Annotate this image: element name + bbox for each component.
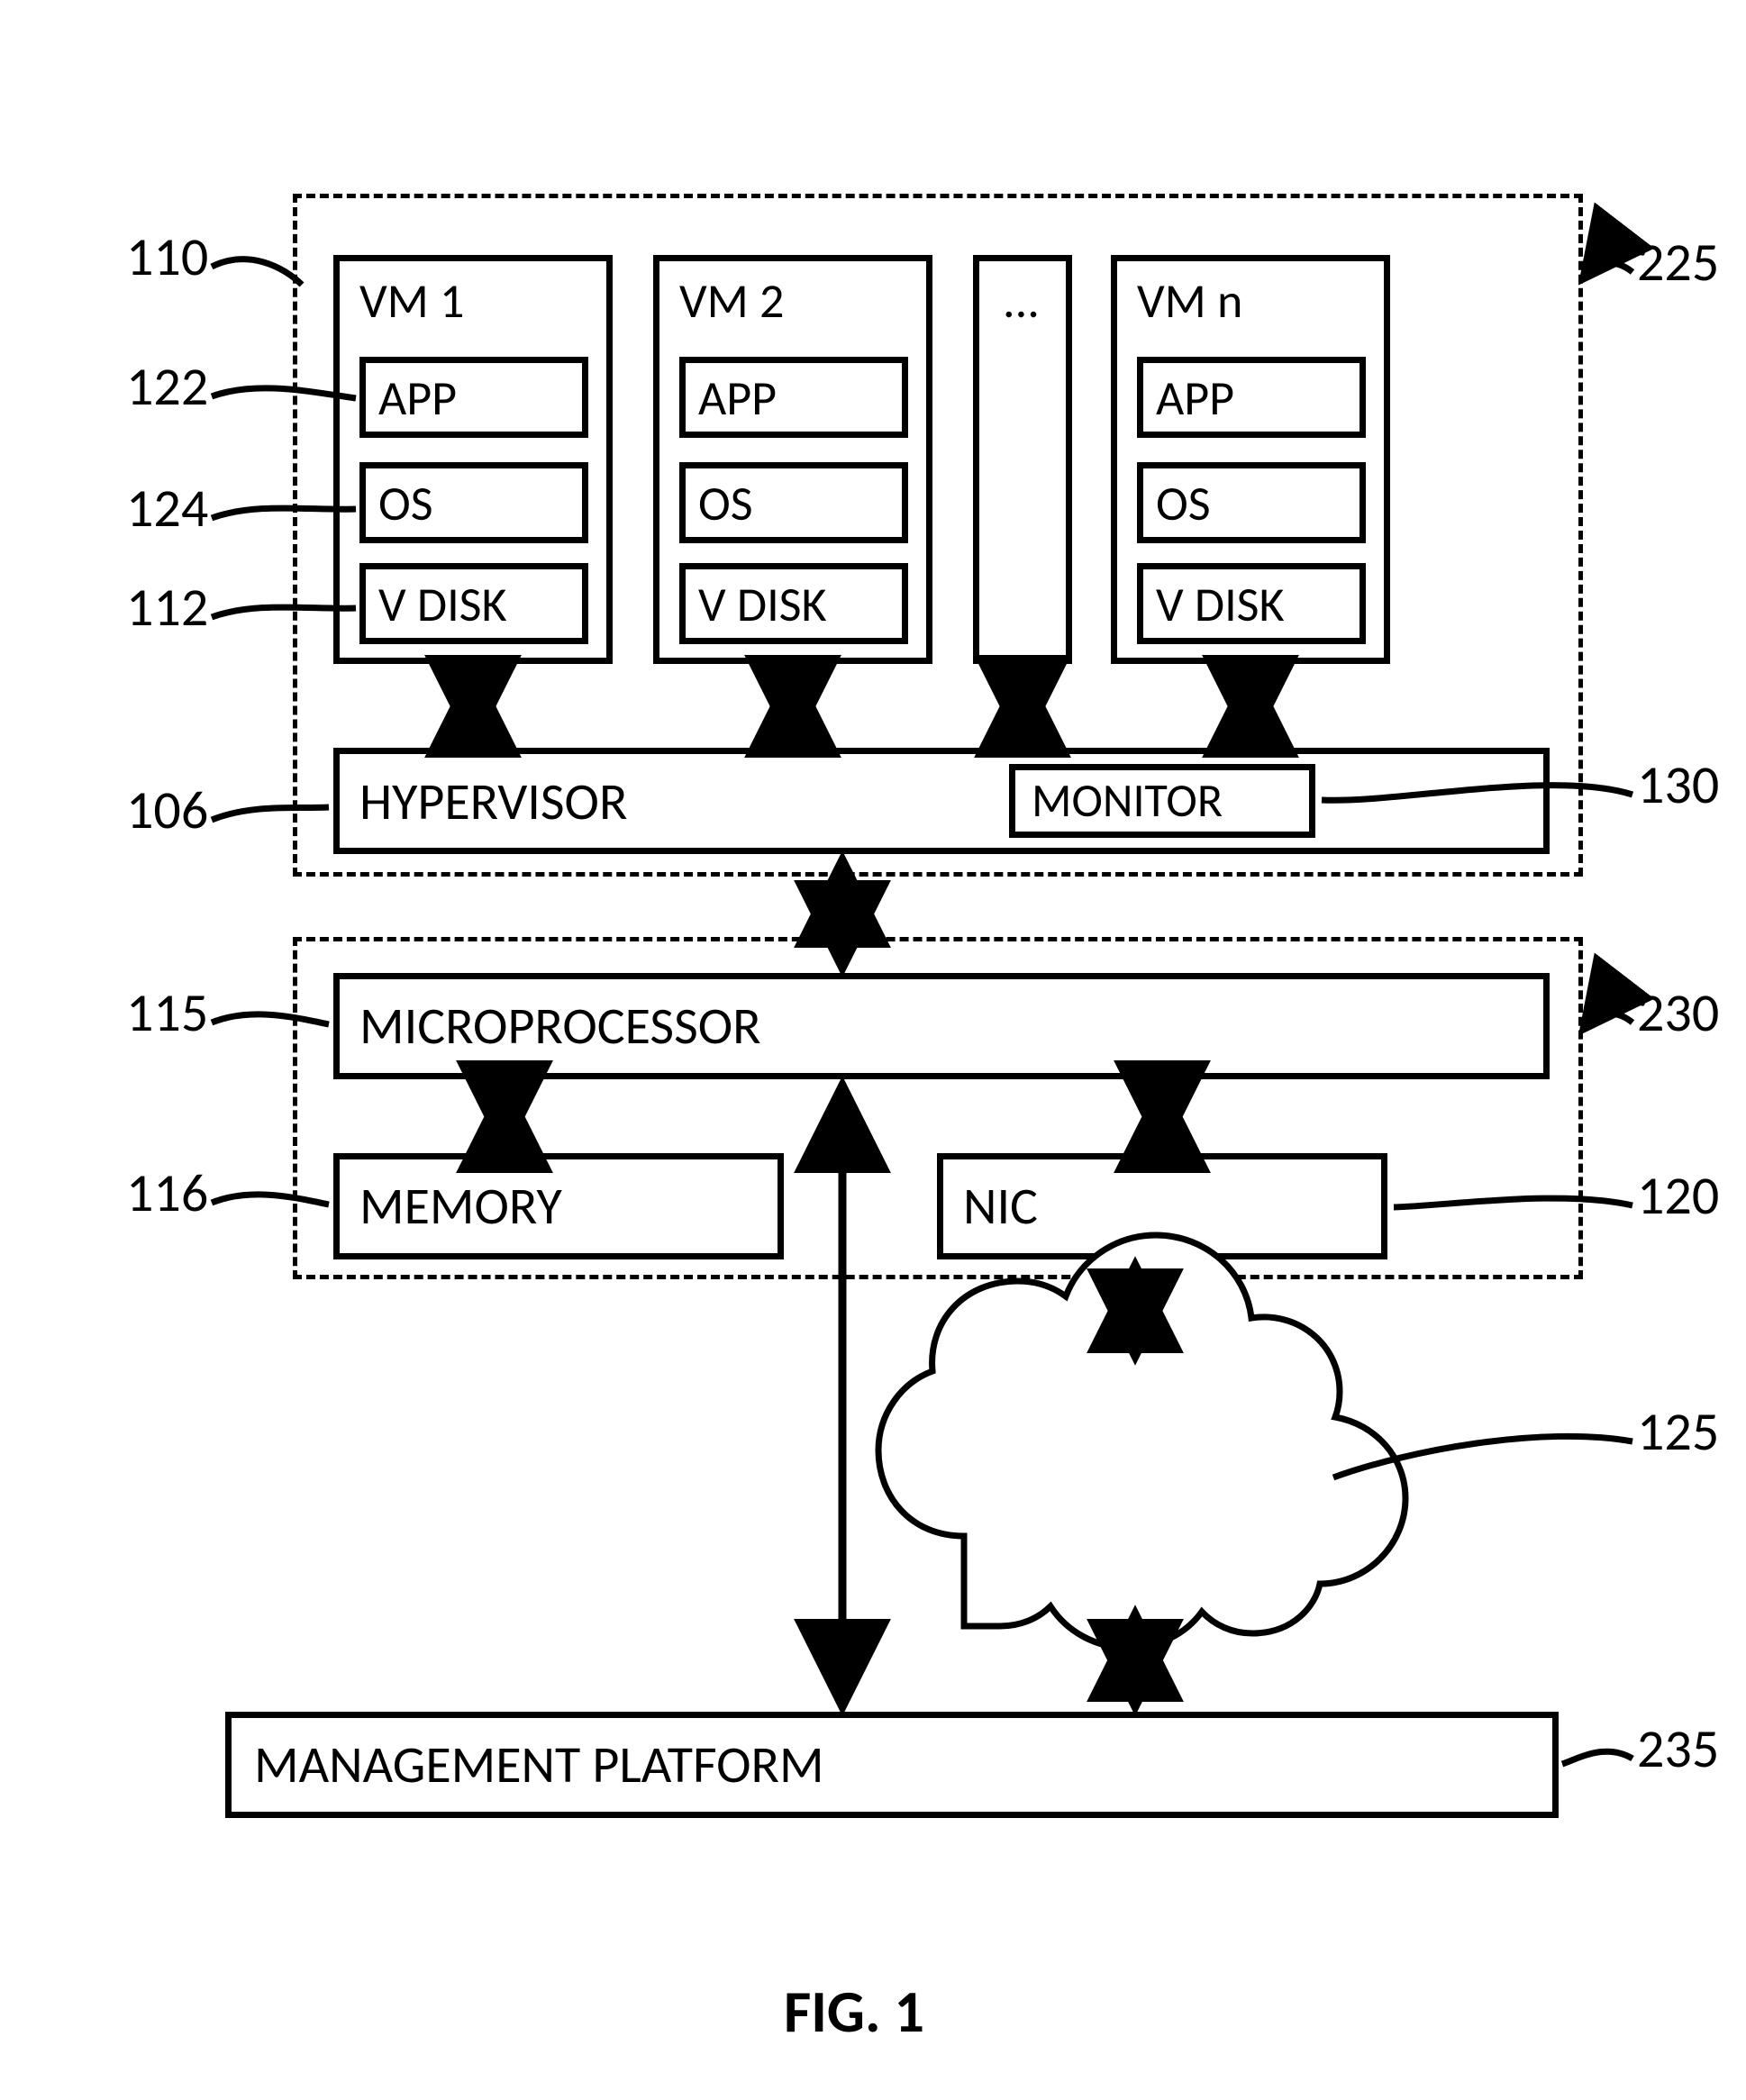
diagram-stage: VM 1 APP OS V DISK VM 2 APP OS V DISK ..… bbox=[0, 0, 1746, 2100]
ref-110: 110 bbox=[126, 231, 208, 285]
vmn-title: VM n bbox=[1137, 277, 1242, 325]
ref-225: 225 bbox=[1637, 236, 1719, 290]
management-platform-label: MANAGEMENT PLATFORM bbox=[254, 1739, 824, 1791]
ref-235: 235 bbox=[1637, 1723, 1719, 1777]
ref-120: 120 bbox=[1637, 1169, 1719, 1223]
vm2-title: VM 2 bbox=[679, 277, 784, 325]
nic-label: NIC bbox=[963, 1180, 1038, 1232]
monitor-label: MONITOR bbox=[1032, 777, 1223, 823]
ref-130: 130 bbox=[1637, 759, 1719, 813]
ref-112: 112 bbox=[126, 581, 208, 635]
vm1-os-label: OS bbox=[378, 479, 433, 528]
vm1-vdisk-label: V DISK bbox=[378, 580, 507, 629]
vmn-os-label: OS bbox=[1156, 479, 1211, 528]
ref-122: 122 bbox=[126, 360, 208, 414]
microprocessor-label: MICROPROCESSOR bbox=[359, 1000, 761, 1052]
figure-label: FIG. 1 bbox=[784, 1982, 924, 2041]
vm-ellipsis-label: ... bbox=[1003, 277, 1040, 325]
cloud-line2: NETWORK bbox=[1027, 1482, 1232, 1531]
vm1-app-label: APP bbox=[378, 374, 457, 423]
vm2-os-label: OS bbox=[698, 479, 753, 528]
ref-115: 115 bbox=[126, 986, 208, 1041]
ref-124: 124 bbox=[126, 482, 208, 536]
hypervisor-label: HYPERVISOR bbox=[359, 776, 627, 828]
cloud-line1: DIGITAL bbox=[1047, 1422, 1201, 1470]
ref-125: 125 bbox=[1637, 1405, 1719, 1459]
ref-106: 106 bbox=[126, 784, 208, 838]
vm2-app-label: APP bbox=[698, 374, 777, 423]
vmn-vdisk-label: V DISK bbox=[1156, 580, 1285, 629]
ref-230: 230 bbox=[1637, 986, 1719, 1041]
vm1-title: VM 1 bbox=[359, 277, 464, 325]
ref-116: 116 bbox=[126, 1167, 208, 1221]
vmn-app-label: APP bbox=[1156, 374, 1234, 423]
vm2-vdisk-label: V DISK bbox=[698, 580, 827, 629]
memory-label: MEMORY bbox=[359, 1180, 562, 1232]
